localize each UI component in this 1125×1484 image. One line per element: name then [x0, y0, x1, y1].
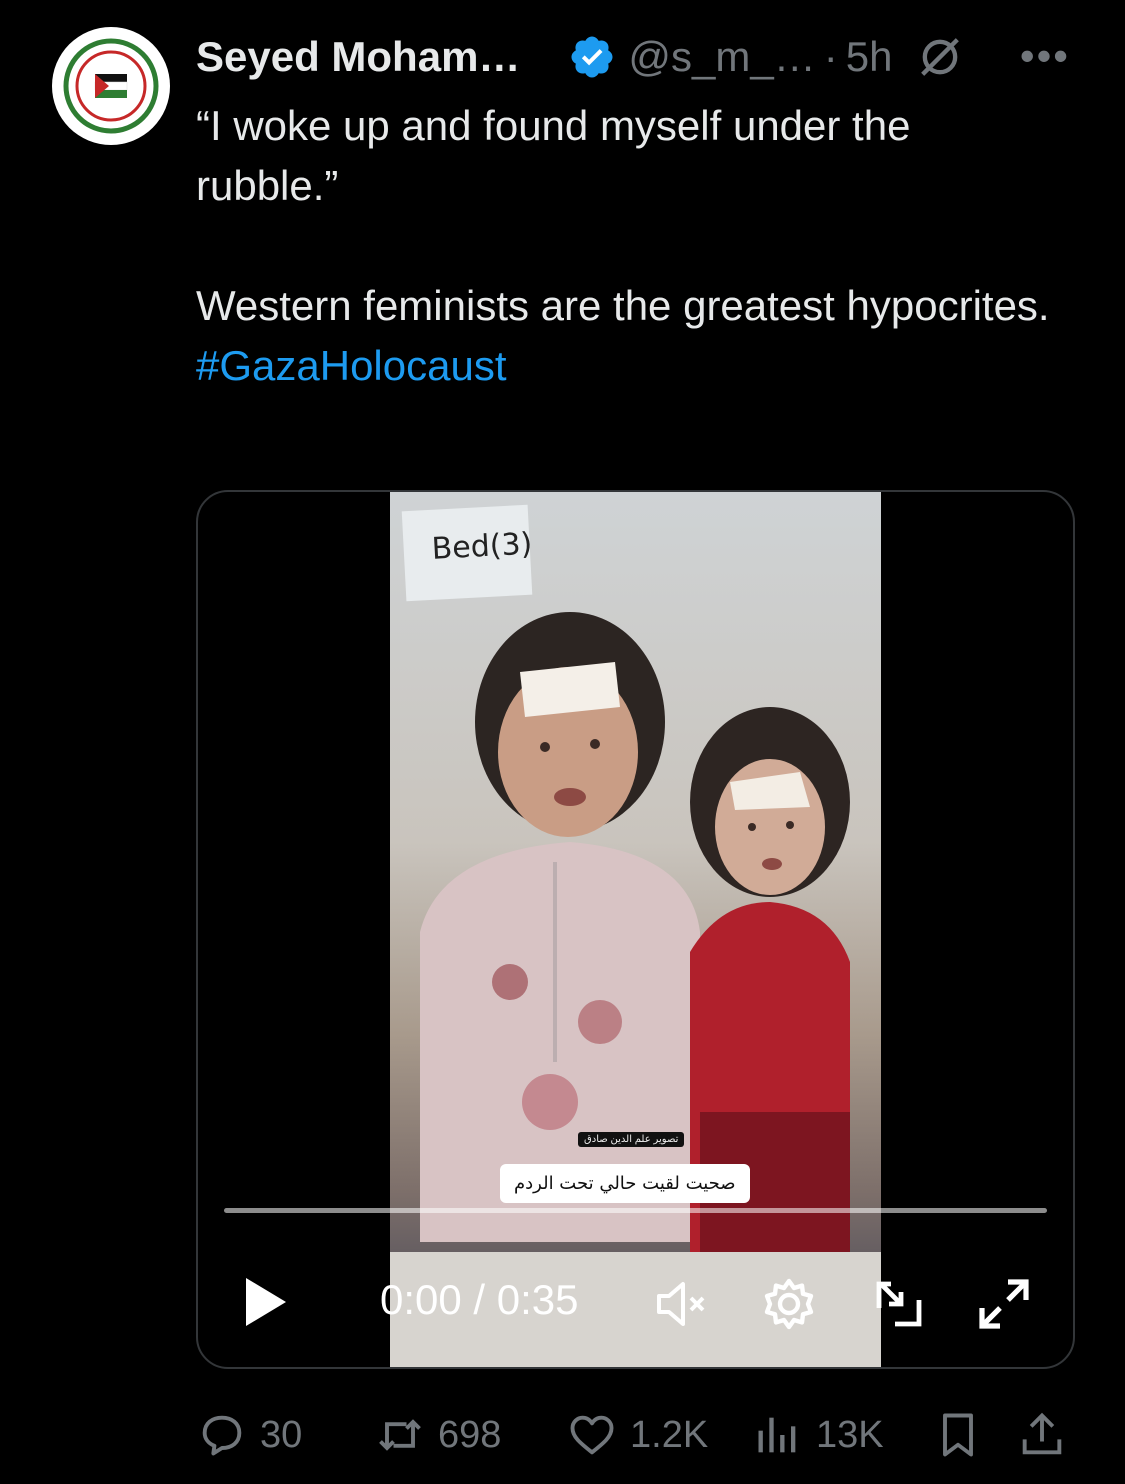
- like-icon: [570, 1415, 614, 1455]
- video-frame[interactable]: Bed(3) تصوير علم الدين صادق صحيت لقيت حا…: [390, 492, 881, 1367]
- tweet-comment: Western feminists are the greatest hypoc…: [196, 282, 1050, 329]
- like-button[interactable]: 1.2K: [566, 1409, 752, 1461]
- views-icon: [758, 1417, 796, 1453]
- repost-icon: [379, 1419, 421, 1451]
- bookmark-icon: [943, 1413, 973, 1457]
- video-subtitle: صحيت لقيت حالي تحت الردم: [500, 1164, 750, 1203]
- mute-icon[interactable]: [653, 1276, 709, 1332]
- hashtag-link[interactable]: #GazaHolocaust: [196, 336, 1056, 396]
- bed-label: Bed(3): [430, 526, 534, 567]
- video-controls: 0:00 / 0:35: [198, 1262, 1073, 1342]
- save-gaza-avatar: [63, 38, 159, 134]
- tweet-actions: 30 698 1.2K 13K: [196, 1405, 1073, 1465]
- repost-count: 698: [438, 1413, 502, 1456]
- video-timecode: 0:00 / 0:35: [380, 1276, 579, 1323]
- fullscreen-icon[interactable]: [976, 1276, 1032, 1332]
- share-icon: [1022, 1412, 1062, 1455]
- like-count: 1.2K: [630, 1413, 709, 1456]
- views-button[interactable]: 13K: [752, 1409, 932, 1461]
- repost-button[interactable]: 698: [374, 1409, 566, 1461]
- reply-icon: [202, 1415, 242, 1456]
- views-count: 13K: [816, 1413, 884, 1456]
- author-avatar[interactable]: [52, 27, 170, 145]
- reply-count: 30: [260, 1413, 303, 1456]
- author-name[interactable]: Seyed Moham…: [196, 33, 520, 81]
- more-icon[interactable]: •••: [1020, 32, 1070, 80]
- no-sign-icon: [921, 38, 960, 76]
- tweet-quote: “I woke up and found myself under the ru…: [196, 102, 911, 209]
- verified-badge-icon: [571, 36, 613, 78]
- paragraph-spacer: [196, 216, 1056, 276]
- reply-button[interactable]: 30: [196, 1409, 374, 1461]
- tweet-header: Seyed Moham… @s_m_… · 5h •••: [196, 32, 1070, 82]
- play-icon[interactable]: [242, 1276, 290, 1328]
- settings-icon[interactable]: [761, 1276, 817, 1332]
- video-credit: تصوير علم الدين صادق: [578, 1132, 685, 1147]
- share-button[interactable]: [1016, 1409, 1068, 1461]
- tweet-time[interactable]: 5h: [846, 33, 893, 81]
- video-player[interactable]: Bed(3) تصوير علم الدين صادق صحيت لقيت حا…: [196, 490, 1075, 1369]
- bookmark-button[interactable]: [932, 1409, 1016, 1461]
- separator-dot: ·: [823, 33, 838, 80]
- author-handle[interactable]: @s_m_…: [628, 33, 815, 81]
- minimize-icon[interactable]: [871, 1276, 927, 1332]
- tweet-text: “I woke up and found myself under the ru…: [196, 96, 1056, 396]
- video-progress-bar[interactable]: [224, 1208, 1047, 1213]
- bed-sign: Bed(3): [401, 504, 534, 602]
